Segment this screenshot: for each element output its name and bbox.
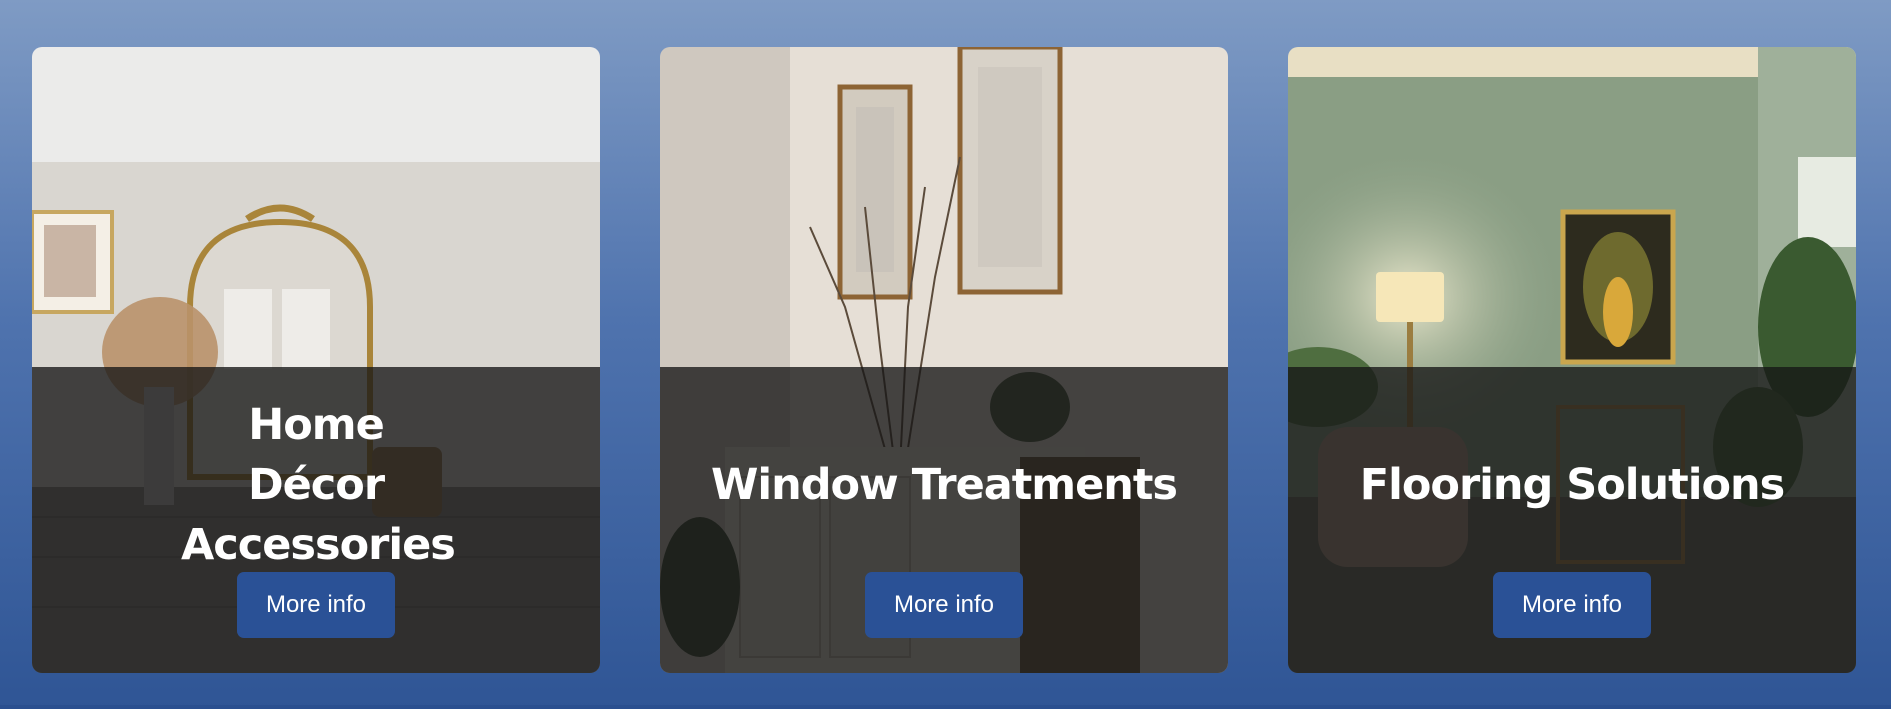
more-info-button[interactable]: More info <box>237 572 395 638</box>
card-home-decor: Home Décor Accessories More info <box>32 47 600 673</box>
more-info-button[interactable]: More info <box>1493 572 1651 638</box>
card-window-treatments: Window Treatments More info <box>660 47 1228 673</box>
card-flooring-solutions: Flooring Solutions More info <box>1288 47 1856 673</box>
card-title: Flooring Solutions <box>1359 459 1785 510</box>
card-title: Window Treatments <box>710 459 1178 510</box>
more-info-button[interactable]: More info <box>865 572 1023 638</box>
bottom-divider <box>0 705 1891 709</box>
card-title: Home Décor Accessories <box>181 399 456 570</box>
